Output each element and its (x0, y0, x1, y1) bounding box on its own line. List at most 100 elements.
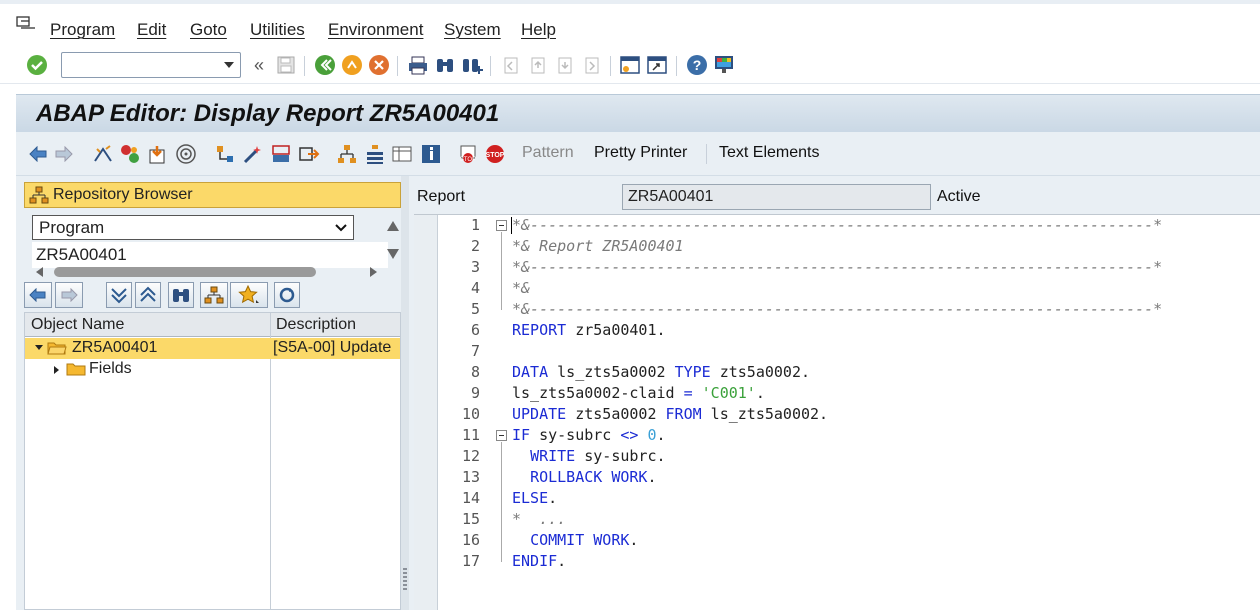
collapse-all-button[interactable] (135, 282, 161, 308)
pretty-printer-button[interactable]: Pretty Printer (594, 144, 687, 162)
scrollbar-thumb[interactable] (54, 267, 316, 277)
menu-program[interactable]: Program (50, 20, 115, 40)
breakpoint-icon[interactable]: STOP (458, 143, 480, 165)
menu-goto[interactable]: Goto (190, 20, 227, 40)
code-line[interactable]: 8 DATA ls_zts5a0002 TYPE zts5a0002. (438, 362, 1260, 383)
double-chevron-left-icon[interactable]: « (248, 54, 270, 76)
command-field[interactable] (61, 52, 241, 78)
shortcut-icon[interactable] (646, 54, 668, 76)
code-text: *&--------------------------------------… (512, 258, 1163, 276)
find-next-icon[interactable] (461, 54, 483, 76)
prev-page-icon[interactable] (527, 54, 549, 76)
text-elements-button[interactable]: Text Elements (719, 144, 819, 162)
code-line[interactable]: 12 WRITE sy-subrc. (438, 446, 1260, 467)
print-icon[interactable] (407, 54, 429, 76)
cancel-icon[interactable] (368, 54, 390, 76)
menu-toggle-icon[interactable] (16, 16, 36, 32)
activate-icon[interactable] (119, 143, 141, 165)
enter-icon[interactable] (26, 54, 48, 76)
test-icon[interactable] (147, 143, 169, 165)
hierarchy-icon[interactable] (336, 143, 358, 165)
code-line[interactable]: 14 ELSE. (438, 488, 1260, 509)
horizontal-scrollbar[interactable] (32, 266, 382, 278)
previous-object-button[interactable] (24, 282, 52, 308)
scroll-down-icon[interactable] (386, 248, 400, 260)
code-line[interactable]: 9 ls_zts5a0002-claid = 'C001'. (438, 383, 1260, 404)
code-line[interactable]: 17 ENDIF. (438, 551, 1260, 572)
chevron-down-icon[interactable] (224, 62, 234, 68)
scroll-left-icon[interactable] (36, 267, 44, 277)
object-name-input[interactable]: ZR5A00401 (32, 242, 388, 268)
report-name-field: ZR5A00401 (622, 184, 931, 210)
object-list-icon[interactable] (214, 143, 236, 165)
expand-all-button[interactable] (106, 282, 132, 308)
save-icon[interactable] (275, 54, 297, 76)
collapse-arrow-icon[interactable] (35, 345, 43, 350)
code-line[interactable]: 4 *& (438, 278, 1260, 299)
check-syntax-icon[interactable] (92, 143, 114, 165)
find-icon[interactable] (434, 54, 456, 76)
arrow-right-icon[interactable] (53, 143, 75, 165)
code-line[interactable]: 6 REPORT zr5a00401. (438, 320, 1260, 341)
fold-toggle-icon[interactable] (496, 430, 507, 441)
menu-help[interactable]: Help (521, 20, 556, 40)
tree-row-fields[interactable]: Fields (25, 359, 400, 380)
navigation-window-icon[interactable] (270, 143, 292, 165)
customize-layout-icon[interactable] (713, 54, 735, 76)
exit-icon[interactable] (341, 54, 363, 76)
next-object-button[interactable] (55, 282, 83, 308)
fold-toggle-icon[interactable] (496, 220, 507, 231)
code-line[interactable]: 7 (438, 341, 1260, 362)
scroll-up-icon[interactable] (386, 220, 400, 232)
back-icon[interactable] (314, 54, 336, 76)
code-line[interactable]: 13 ROLLBACK WORK. (438, 467, 1260, 488)
separator (676, 56, 677, 76)
code-line[interactable]: 2 *& Report ZR5A00401 (438, 236, 1260, 257)
repository-browser-header[interactable]: Repository Browser (24, 182, 401, 208)
open-folder-icon (47, 342, 67, 355)
new-session-icon[interactable] (619, 54, 641, 76)
arrow-left-icon[interactable] (27, 143, 49, 165)
pattern-button[interactable]: Pattern (522, 144, 574, 162)
where-used-icon[interactable] (175, 143, 197, 165)
collapse-up-icon (140, 286, 156, 302)
column-description[interactable]: Description (276, 316, 356, 334)
column-object-name[interactable]: Object Name (31, 316, 124, 334)
object-type-select[interactable]: Program (32, 215, 354, 240)
line-number: 2 (470, 237, 480, 255)
first-page-icon[interactable] (500, 54, 522, 76)
menu-edit[interactable]: Edit (137, 20, 166, 40)
structure-icon[interactable] (364, 143, 386, 165)
table-view-icon[interactable] (391, 143, 413, 165)
expand-arrow-icon[interactable] (54, 366, 59, 374)
hierarchy-icon (29, 186, 49, 204)
code-line[interactable]: 3 *&-------------------------------------… (438, 257, 1260, 278)
find-object-button[interactable] (168, 282, 194, 308)
next-page-icon[interactable] (554, 54, 576, 76)
object-hierarchy-button[interactable] (200, 282, 228, 308)
session-breakpoint-icon[interactable]: STOP (484, 143, 506, 165)
code-text: ENDIF. (512, 552, 567, 570)
magic-wand-icon[interactable] (241, 143, 263, 165)
code-line[interactable]: 16 COMMIT WORK. (438, 530, 1260, 551)
code-text: ls_zts5a0002-claid = 'C001'. (512, 384, 765, 402)
code-text: *&--------------------------------------… (512, 300, 1163, 318)
code-line[interactable]: 10 UPDATE zts5a0002 FROM ls_zts5a0002. (438, 404, 1260, 425)
code-line[interactable]: 11 IF sy-subrc <> 0. (438, 425, 1260, 446)
favorites-button[interactable] (230, 282, 268, 308)
panel-splitter[interactable] (401, 176, 409, 610)
code-line[interactable]: 15 * ... (438, 509, 1260, 530)
info-icon[interactable] (420, 143, 442, 165)
refresh-button[interactable] (274, 282, 300, 308)
menu-environment[interactable]: Environment (328, 20, 423, 40)
scroll-right-icon[interactable] (369, 267, 377, 277)
code-line[interactable]: 1 *&-------------------------------------… (438, 215, 1260, 236)
help-icon[interactable]: ? (686, 54, 708, 76)
menu-system[interactable]: System (444, 20, 501, 40)
code-editor[interactable]: 1 *&-------------------------------------… (414, 214, 1260, 610)
code-line[interactable]: 5 *&-------------------------------------… (438, 299, 1260, 320)
move-icon[interactable] (298, 143, 320, 165)
tree-row-program[interactable]: ZR5A00401 [S5A-00] Update (25, 338, 400, 359)
menu-utilities[interactable]: Utilities (250, 20, 305, 40)
last-page-icon[interactable] (581, 54, 603, 76)
